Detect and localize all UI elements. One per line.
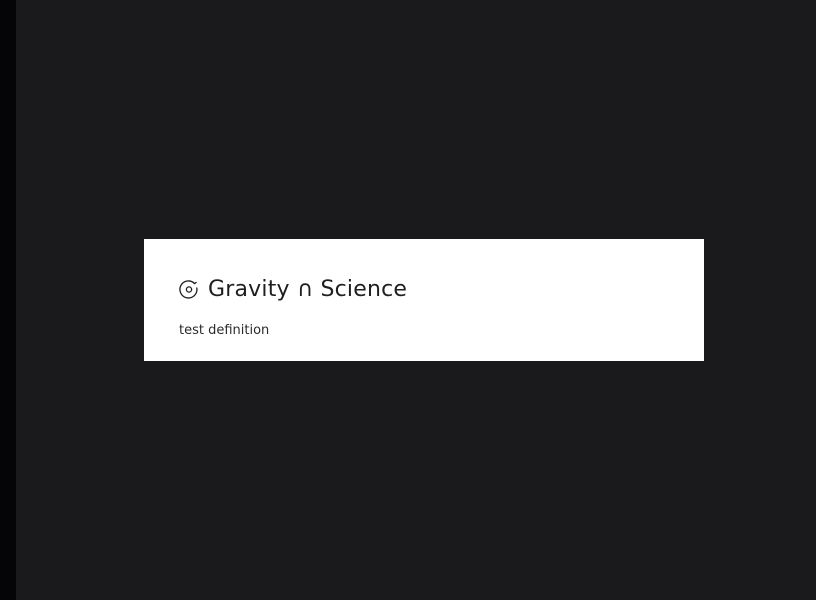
definition-card: Gravity ∩ Science test definition [144,239,704,361]
card-title: Gravity ∩ Science [208,276,408,302]
card-header: Gravity ∩ Science [179,274,407,304]
card-definition: test definition [179,323,270,338]
gravity-science-icon [179,279,199,299]
window-left-edge [0,0,16,600]
